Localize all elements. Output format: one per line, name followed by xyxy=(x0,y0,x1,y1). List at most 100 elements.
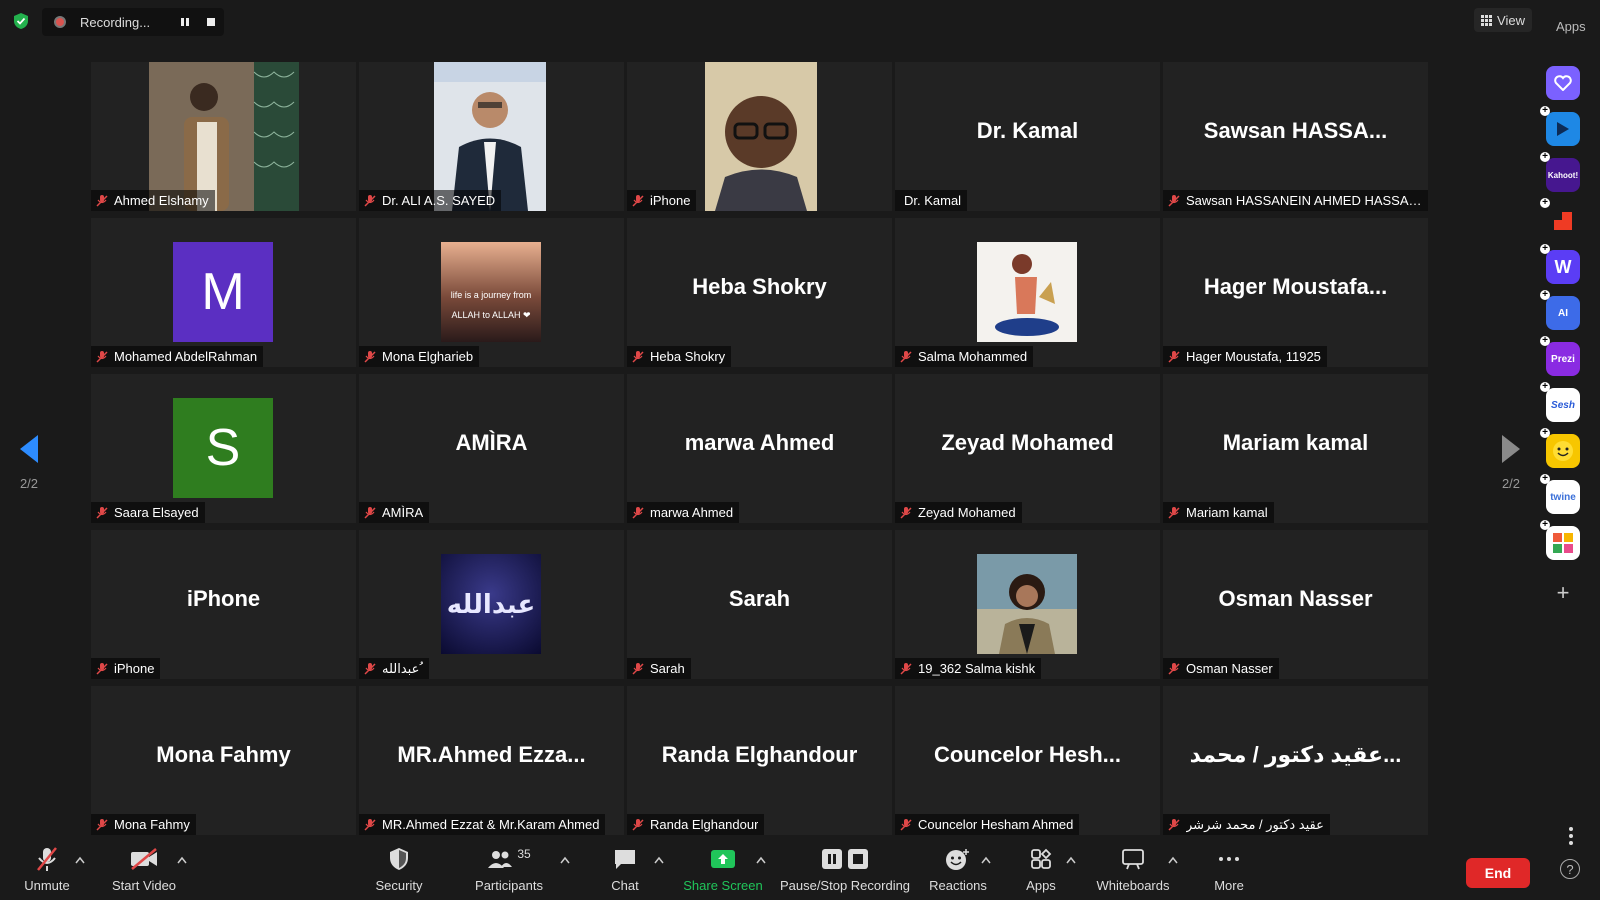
chat-button[interactable]: Chat xyxy=(575,842,675,893)
muted-mic-icon xyxy=(1168,818,1180,831)
muted-mic-icon xyxy=(96,194,108,207)
twine-app-label: twine xyxy=(1550,491,1576,503)
participant-avatar: S xyxy=(173,398,273,498)
pause-recording-button[interactable] xyxy=(174,11,196,33)
stop-recording-button[interactable] xyxy=(200,11,222,33)
participants-caret-icon[interactable] xyxy=(560,856,570,864)
participant-tile[interactable]: Salma Mohammed xyxy=(895,218,1160,367)
add-app-plus-icon: + xyxy=(1540,474,1550,484)
participant-name: Sarah xyxy=(650,661,685,676)
ai-app-button[interactable]: + AI xyxy=(1540,290,1580,330)
participant-tile[interactable]: Randa Elghandour Randa Elghandour xyxy=(627,686,892,835)
end-meeting-button[interactable]: End xyxy=(1466,858,1530,888)
share-caret-icon[interactable] xyxy=(756,856,766,864)
participant-tile[interactable]: عقيد دكتور / محمد... عقيد دكتور / محمد ش… xyxy=(1163,686,1428,835)
twine-app-button[interactable]: + twine xyxy=(1540,474,1580,514)
profile-image-caption: عبدالله xyxy=(446,588,536,619)
participant-tile[interactable]: Mona Fahmy Mona Fahmy xyxy=(91,686,356,835)
unmute-button[interactable]: Unmute xyxy=(0,842,97,893)
muted-mic-icon xyxy=(364,506,376,519)
participant-name: AMÌRA xyxy=(382,505,424,520)
participant-name-bar: Ahmed Elshamy xyxy=(91,190,215,211)
participant-tile[interactable]: iPhone xyxy=(627,62,892,211)
heart-app-button[interactable] xyxy=(1546,66,1580,100)
reactions-caret-icon[interactable] xyxy=(981,856,991,864)
kahoot-app-button[interactable]: + Kahoot! xyxy=(1540,152,1580,192)
security-button[interactable]: Security xyxy=(349,842,449,893)
participant-tile[interactable]: Councelor Hesh... Councelor Hesham Ahmed xyxy=(895,686,1160,835)
participant-tile[interactable]: Dr. Kamal Dr. Kamal xyxy=(895,62,1160,211)
participant-name-bar: Sawsan HASSANEIN AHMED HASSANEI... xyxy=(1163,190,1428,211)
pause-icon xyxy=(181,18,189,26)
participant-name: iPhone xyxy=(650,193,691,208)
participants-button[interactable]: 35 Participants xyxy=(459,842,559,893)
view-button[interactable]: View xyxy=(1474,8,1532,32)
participants-label: Participants xyxy=(475,878,543,893)
emoji-app-button[interactable]: + xyxy=(1540,428,1580,468)
participant-tile[interactable]: Dr. ALI A.S. SAYED xyxy=(359,62,624,211)
add-app-plus-icon: + xyxy=(1540,336,1550,346)
add-app-plus-icon: + xyxy=(1540,382,1550,392)
muted-mic-icon xyxy=(1168,194,1180,207)
previous-page-nav[interactable]: 2/2 xyxy=(18,434,40,491)
participants-count: 35 xyxy=(517,847,531,861)
participant-tile[interactable]: 19_362 Salma kishk xyxy=(895,530,1160,679)
shield-icon xyxy=(390,848,408,870)
muted-mic-icon xyxy=(632,506,644,519)
next-page-nav[interactable]: 2/2 xyxy=(1500,434,1522,491)
grid-app-button[interactable]: + xyxy=(1540,520,1580,560)
add-app-plus-icon: + xyxy=(1540,198,1550,208)
video-options-caret-icon[interactable] xyxy=(177,856,187,864)
smiley-icon xyxy=(1553,441,1573,461)
participant-name-bar: 19_362 Salma kishk xyxy=(895,658,1042,679)
participant-name-bar: Salma Mohammed xyxy=(895,346,1034,367)
participant-display-name: marwa Ahmed xyxy=(684,430,835,455)
grid-view-icon xyxy=(1481,14,1493,26)
whiteboards-button[interactable]: Whiteboards xyxy=(1083,842,1183,893)
whiteboards-caret-icon[interactable] xyxy=(1168,856,1178,864)
participant-tile[interactable]: AMÌRA AMÌRA xyxy=(359,374,624,523)
participant-tile[interactable]: Sawsan HASSA... Sawsan HASSANEIN AHMED H… xyxy=(1163,62,1428,211)
chat-caret-icon[interactable] xyxy=(654,856,664,864)
muted-mic-icon xyxy=(96,818,108,831)
participant-tile[interactable]: marwa Ahmed marwa Ahmed xyxy=(627,374,892,523)
participant-tile[interactable]: Heba Shokry Heba Shokry xyxy=(627,218,892,367)
apps-button[interactable]: Apps xyxy=(991,842,1091,893)
apps-caret-icon[interactable] xyxy=(1066,856,1076,864)
participant-name-bar: Randa Elghandour xyxy=(627,814,765,835)
start-video-button[interactable]: Start Video xyxy=(94,842,194,893)
participant-name-bar: عقيد دكتور / محمد شرشر xyxy=(1163,814,1330,835)
pause-stop-recording-button[interactable]: Pause/Stop Recording xyxy=(780,842,910,893)
participant-name-bar: marwa Ahmed xyxy=(627,502,740,523)
share-screen-button[interactable]: Share Screen xyxy=(673,842,773,893)
people-icon xyxy=(488,851,513,868)
w-app-button[interactable]: + W xyxy=(1540,244,1580,284)
add-app-button[interactable]: + xyxy=(1546,576,1580,610)
participant-tile[interactable]: Mariam kamal Mariam kamal xyxy=(1163,374,1428,523)
whiteboard-icon xyxy=(1122,849,1144,870)
participant-tile[interactable]: Hager Moustafa... Hager Moustafa, 11925 xyxy=(1163,218,1428,367)
prezi-app-button[interactable]: + Prezi xyxy=(1540,336,1580,376)
sesh-app-button[interactable]: + Sesh xyxy=(1540,382,1580,422)
participant-tile[interactable]: Sarah Sarah xyxy=(627,530,892,679)
help-icon[interactable]: ? xyxy=(1560,859,1580,879)
flow-app-button[interactable]: + xyxy=(1540,106,1580,146)
participant-tile[interactable]: life is a journey from ALLAH to ALLAH ❤ … xyxy=(359,218,624,367)
participant-name-bar: iPhone xyxy=(627,190,697,211)
audio-options-caret-icon[interactable] xyxy=(75,856,85,864)
participant-tile[interactable]: Osman Nasser Osman Nasser xyxy=(1163,530,1428,679)
colored-grid-icon xyxy=(1553,533,1573,553)
participant-tile[interactable]: Ahmed Elshamy xyxy=(91,62,356,211)
participant-video-frame xyxy=(434,62,546,211)
participant-tile[interactable]: Zeyad Mohamed Zeyad Mohamed xyxy=(895,374,1160,523)
participant-tile[interactable]: S Saara Elsayed xyxy=(91,374,356,523)
participant-tile[interactable]: MR.Ahmed Ezza... MR.Ahmed Ezzat & Mr.Kar… xyxy=(359,686,624,835)
muted-mic-icon xyxy=(632,662,644,675)
more-button[interactable]: More xyxy=(1179,842,1279,893)
participant-tile[interactable]: M Mohamed AbdelRahman xyxy=(91,218,356,367)
muted-mic-icon xyxy=(1168,506,1180,519)
participant-tile[interactable]: iPhone iPhone xyxy=(91,530,356,679)
apps-icon xyxy=(1031,848,1052,869)
red-app-button[interactable]: + xyxy=(1540,198,1580,238)
participant-tile[interactable]: عبدالله عبدالله ُ xyxy=(359,530,624,679)
